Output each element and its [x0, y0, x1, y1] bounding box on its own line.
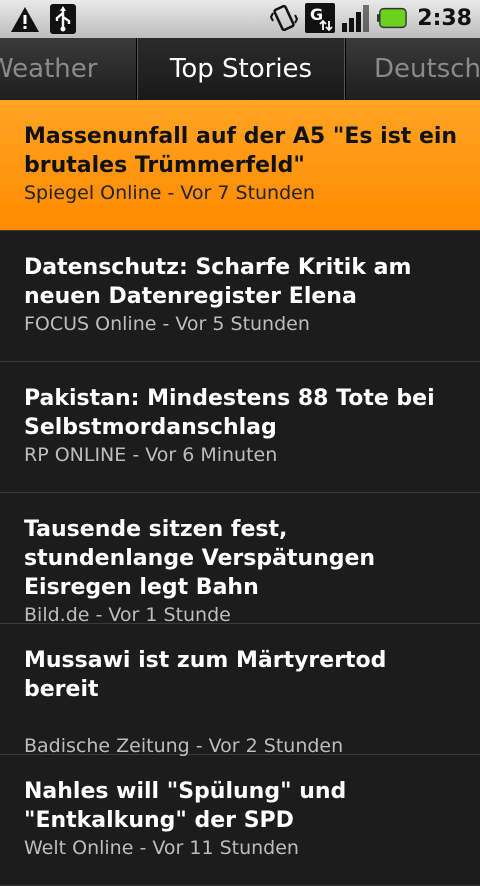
status-bar: G 2:38	[0, 0, 480, 38]
story-source-time: Spiegel Online - Vor 7 Stunden	[24, 182, 315, 204]
tab-bar: Weather Top Stories Deutschland	[0, 38, 480, 102]
usb-icon	[48, 4, 78, 34]
story-list: Massenunfall auf der A5 "Es ist ein brut…	[0, 100, 480, 886]
list-item[interactable]: Datenschutz: Scharfe Kritik am neuen Dat…	[0, 231, 480, 362]
story-headline: Massenunfall auf der A5 "Es ist ein brut…	[24, 124, 458, 178]
story-source-time: Badische Zeitung - Vor 2 Stunden	[24, 735, 344, 757]
story-headline: Pakistan: Mindestens 88 Tote bei Selbstm…	[24, 386, 435, 440]
battery-icon	[377, 3, 408, 33]
story-source-time: Bild.de - Vor 1 Stunde	[24, 604, 231, 626]
data-3g-icon: G	[305, 3, 336, 33]
story-headline: Tausende sitzen fest, stundenlange Versp…	[24, 517, 376, 600]
tab-weather[interactable]: Weather	[0, 38, 97, 100]
story-source-time: FOCUS Online - Vor 5 Stunden	[24, 313, 310, 335]
story-source-time: RP ONLINE - Vor 6 Minuten	[24, 444, 278, 466]
signal-icon	[341, 3, 371, 33]
story-headline: Mussawi ist zum Märtyrertod bereit	[24, 648, 387, 702]
tab-top-stories[interactable]: Top Stories	[136, 38, 346, 100]
story-headline: Datenschutz: Scharfe Kritik am neuen Dat…	[24, 255, 412, 309]
list-item[interactable]: Massenunfall auf der A5 "Es ist ein brut…	[0, 100, 480, 231]
story-headline: Nahles will "Spülung" und "Entkalkung" d…	[24, 779, 347, 833]
vibrate-icon	[269, 3, 299, 33]
list-item[interactable]: Nahles will "Spülung" und "Entkalkung" d…	[0, 755, 480, 886]
svg-text:G: G	[310, 5, 323, 24]
list-item[interactable]: Pakistan: Mindestens 88 Tote bei Selbstm…	[0, 362, 480, 493]
tab-deutschland[interactable]: Deutschland	[374, 38, 480, 100]
story-source-time: Welt Online - Vor 11 Stunden	[24, 837, 299, 859]
warning-icon	[10, 4, 40, 34]
status-clock: 2:38	[417, 5, 472, 31]
list-item[interactable]: Mussawi ist zum Märtyrertod bereit Badis…	[0, 624, 480, 757]
list-item[interactable]: Tausende sitzen fest, stundenlange Versp…	[0, 493, 480, 626]
